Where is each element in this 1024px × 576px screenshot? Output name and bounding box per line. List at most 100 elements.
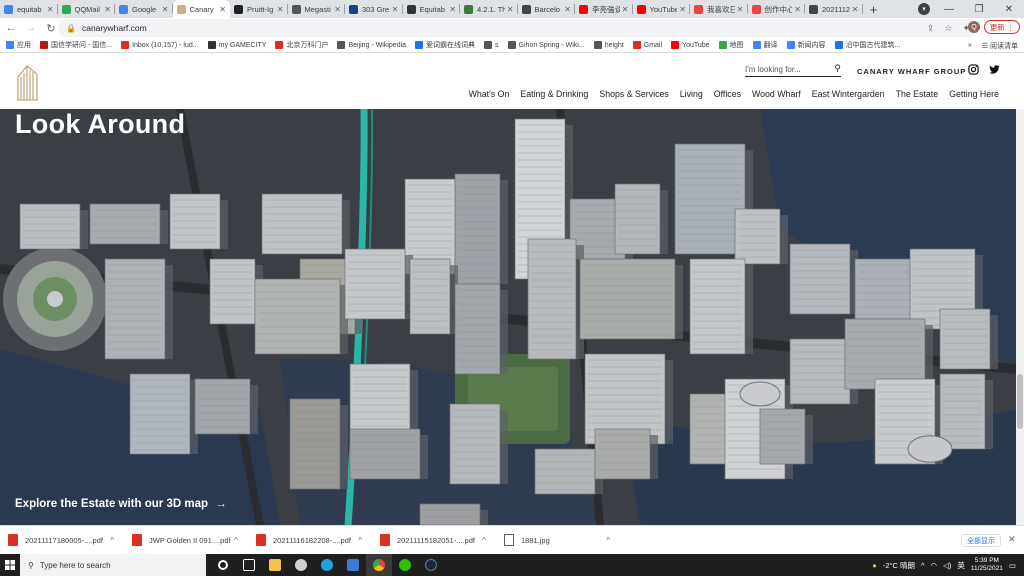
download-item[interactable]: 20211117180005-....pdf ^ [0, 526, 124, 555]
volume-icon[interactable]: ◁) [943, 561, 951, 570]
browser-tab[interactable]: Equitab ✕ [403, 0, 461, 18]
new-tab-button[interactable]: + [863, 0, 885, 18]
bookmark-star-icon[interactable]: ☆ [944, 23, 952, 34]
bookmarks-overflow-icon[interactable]: » [968, 42, 972, 49]
browser-tab[interactable]: 创作中心 ✕ [748, 0, 806, 18]
estate-3d-map-image[interactable] [0, 109, 1016, 525]
download-item[interactable]: JWP Golden II 091....pdf ^ [124, 526, 248, 555]
profile-avatar[interactable]: Q [968, 21, 980, 33]
close-tab-icon[interactable]: ✕ [737, 5, 744, 14]
browser-tab[interactable]: 我喜欢日 ✕ [690, 0, 748, 18]
forward-button[interactable]: → [22, 19, 40, 37]
reading-list-button[interactable]: ☰ 阅读清单 [982, 41, 1018, 51]
group-link[interactable]: CANARY WHARF GROUP [857, 67, 966, 76]
task-view-icon[interactable] [236, 554, 262, 576]
browser-tab[interactable]: Canary ✕ [172, 0, 230, 18]
bookmark-item[interactable]: s [484, 41, 499, 49]
alien-app-icon[interactable] [288, 554, 314, 576]
bookmark-item[interactable]: 国信学研问 - 国信... [40, 40, 112, 50]
search-icon[interactable]: ⚲ [834, 63, 841, 74]
browser-tab[interactable]: QQMail ✕ [58, 0, 116, 18]
download-item[interactable]: 20211116182208-....pdf ^ [248, 526, 372, 555]
close-tab-icon[interactable]: ✕ [334, 5, 341, 14]
browser-tab[interactable]: equitab ✕ [0, 0, 58, 18]
bookmark-item[interactable]: 地图 [718, 40, 744, 50]
chevron-up-icon[interactable]: ^ [110, 536, 114, 545]
close-tab-icon[interactable]: ✕ [852, 5, 859, 14]
close-tab-icon[interactable]: ✕ [622, 5, 629, 14]
browser-tab[interactable]: Pruitt-Ig ✕ [230, 0, 288, 18]
store-icon[interactable] [340, 554, 366, 576]
chevron-up-icon[interactable]: ^ [358, 536, 362, 545]
close-tab-icon[interactable]: ✕ [219, 5, 226, 14]
share-icon[interactable]: ⇪ [927, 23, 935, 34]
bookmark-item[interactable]: height [593, 41, 624, 49]
page-scrollbar[interactable] [1016, 109, 1024, 525]
steam-icon[interactable] [418, 554, 444, 576]
weather-text[interactable]: -2°C 晴朗 [883, 560, 915, 571]
windows-start-icon[interactable] [0, 554, 20, 576]
browser-tab[interactable]: Megasti ✕ [288, 0, 346, 18]
scrollbar-thumb[interactable] [1017, 374, 1023, 429]
bookmark-item[interactable]: 沿中国古代建筑... [834, 40, 900, 50]
browser-tab[interactable]: Google ✕ [115, 0, 173, 18]
file-explorer-icon[interactable] [262, 554, 288, 576]
twitter-icon[interactable] [989, 64, 1000, 75]
clock[interactable]: 5:39 PM 11/25/2021 [971, 557, 1003, 573]
edge-icon[interactable] [314, 554, 340, 576]
close-tab-icon[interactable]: ✕ [104, 5, 111, 14]
close-tab-icon[interactable]: ✕ [392, 5, 399, 14]
bookmark-item[interactable]: 翻译 [752, 40, 778, 50]
bookmark-item[interactable]: my GAMECITY [207, 41, 266, 49]
nav-link[interactable]: Wood Wharf [752, 89, 801, 99]
bookmark-item[interactable]: 北京万科门户 [275, 40, 328, 50]
cortana-icon[interactable] [210, 554, 236, 576]
tab-search-icon[interactable]: ▾ [918, 3, 930, 15]
update-button[interactable]: 更新 ⋮ [984, 20, 1020, 34]
close-tab-icon[interactable]: ✕ [277, 5, 284, 14]
show-all-downloads-button[interactable]: 全部显示 [961, 534, 1001, 547]
chevron-up-icon[interactable]: ^ [234, 536, 238, 545]
close-tab-icon[interactable]: ✕ [507, 5, 514, 14]
nav-link[interactable]: The Estate [896, 89, 939, 99]
close-tab-icon[interactable]: ✕ [564, 5, 571, 14]
close-tab-icon[interactable]: ✕ [162, 5, 169, 14]
nav-link[interactable]: Living [680, 89, 703, 99]
wechat-icon[interactable] [392, 554, 418, 576]
explore-3d-map-link[interactable]: Explore the Estate with our 3D map → [15, 498, 227, 510]
minimize-button[interactable]: — [934, 0, 964, 18]
bookmark-item[interactable]: YouTube [671, 41, 710, 49]
download-item[interactable]: 20211115182051-....pdf ^ [372, 526, 496, 555]
maximize-button[interactable]: ❐ [964, 0, 994, 18]
browser-tab[interactable]: 2021112 ✕ [805, 0, 863, 18]
bookmark-item[interactable]: Gmail [632, 41, 662, 49]
download-item[interactable]: 1881.jpg ^ [496, 526, 620, 555]
close-tab-icon[interactable]: ✕ [679, 5, 686, 14]
network-icon[interactable]: ◠ [931, 561, 938, 570]
site-search-input[interactable]: I'm looking for... ⚲ [745, 63, 841, 77]
instagram-icon[interactable] [968, 64, 979, 75]
browser-tab[interactable]: 李亮強谈 ✕ [575, 0, 633, 18]
hero-3d-map[interactable]: Look Around Explore the Estate with our … [0, 109, 1016, 525]
browser-tab[interactable]: 4.2.1. Th ✕ [460, 0, 518, 18]
browser-tab[interactable]: Barcelo ✕ [518, 0, 576, 18]
bookmark-item[interactable]: 爱词霸在线词典 [415, 40, 475, 50]
nav-link[interactable]: What's On [469, 89, 510, 99]
bookmark-item[interactable]: 新闻内容 [786, 40, 826, 50]
bookmark-item[interactable]: Beijing - Wikipedia [337, 41, 406, 49]
nav-link[interactable]: Offices [714, 89, 741, 99]
chevron-up-icon[interactable]: ^ [482, 536, 486, 545]
taskbar-search-input[interactable]: ⚲ Type here to search [20, 554, 206, 576]
input-language[interactable]: 英 [957, 560, 965, 571]
address-bar[interactable]: 🔒 canarywharf.com ⇪ ☆ ✦ [58, 19, 978, 37]
back-button[interactable]: ← [2, 19, 20, 37]
close-tab-icon[interactable]: ✕ [794, 5, 801, 14]
bookmark-item[interactable]: 应用 [6, 40, 31, 50]
nav-link[interactable]: East Wintergarden [812, 89, 885, 99]
chrome-icon[interactable] [366, 554, 392, 576]
canary-wharf-logo-icon[interactable] [15, 63, 40, 101]
close-shelf-icon[interactable]: ✕ [1008, 534, 1016, 545]
nav-link[interactable]: Eating & Drinking [520, 89, 588, 99]
chevron-up-icon[interactable]: ^ [606, 536, 610, 545]
notifications-icon[interactable]: ▭ [1009, 561, 1016, 570]
